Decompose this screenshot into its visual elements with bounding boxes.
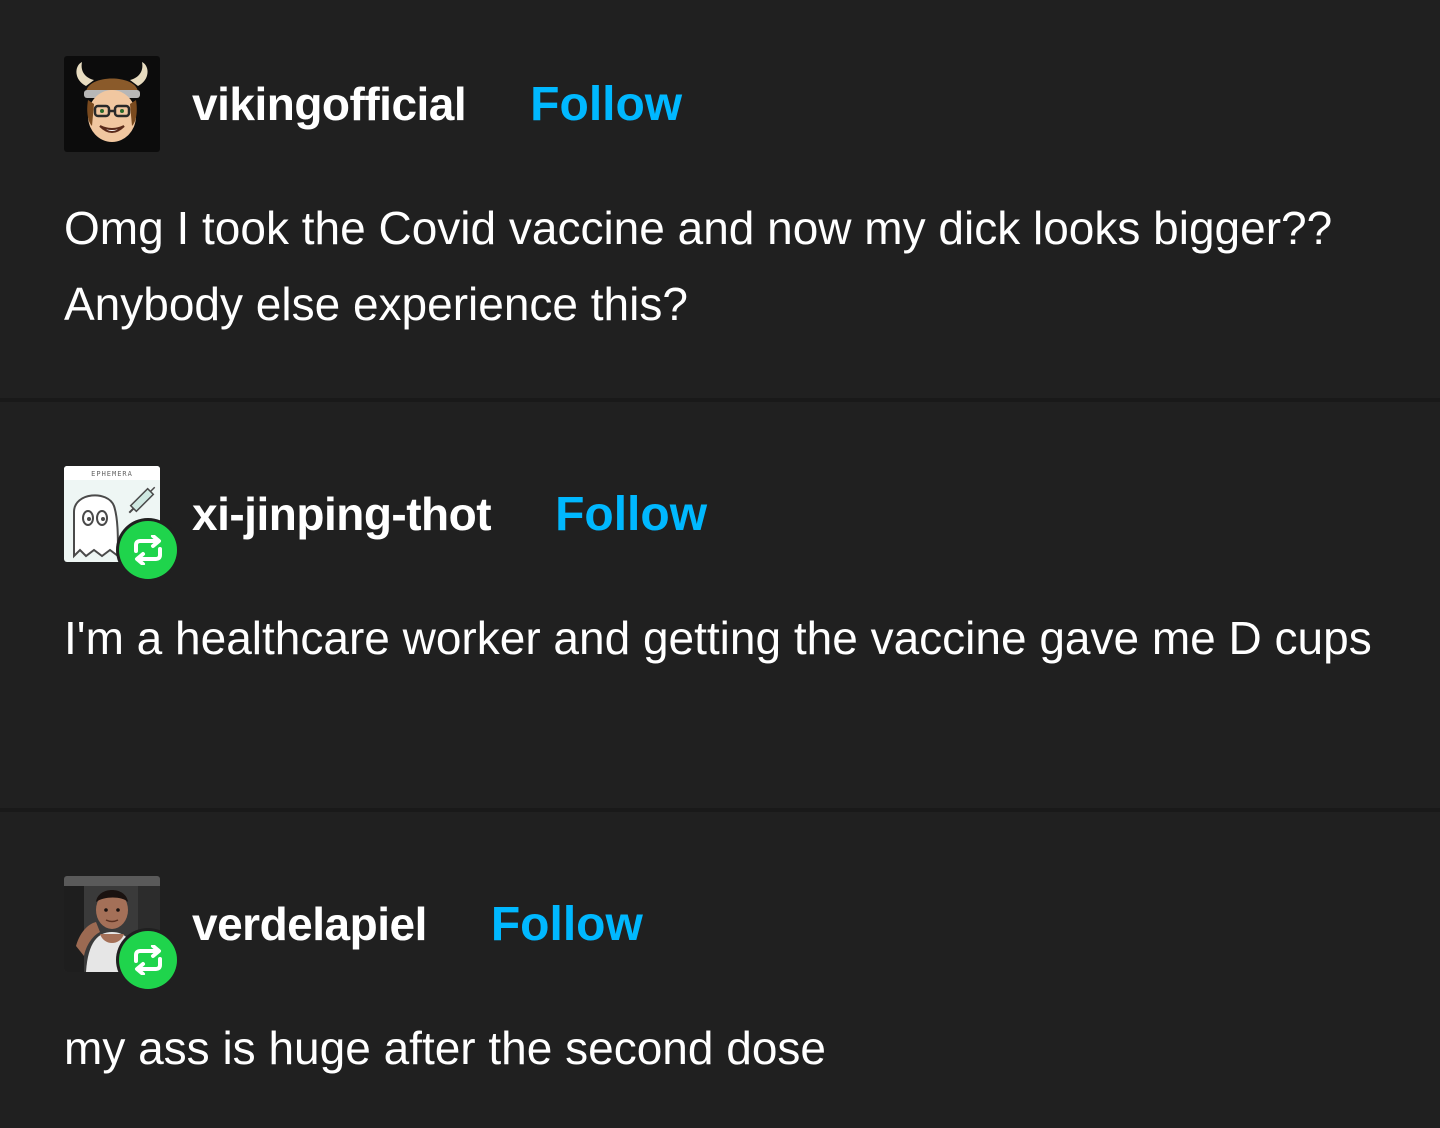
- reblog-thread: vikingofficial Follow Omg I took the Cov…: [0, 0, 1440, 1128]
- avatar-caption: EPHEMERA: [91, 470, 133, 478]
- thread-post: verdelapiel Follow my ass is huge after …: [0, 812, 1440, 1128]
- avatar[interactable]: EPHEMERA: [64, 466, 180, 582]
- follow-button[interactable]: Follow: [491, 897, 643, 952]
- follow-button[interactable]: Follow: [530, 77, 682, 132]
- reblog-icon: [134, 535, 162, 565]
- post-header: verdelapiel Follow: [64, 876, 643, 992]
- post-header: EPHEMERA xi-jinping-thot Follow: [64, 466, 707, 582]
- reblog-badge: [116, 928, 180, 992]
- post-body-text: Omg I took the Covid vaccine and now my …: [64, 202, 1333, 330]
- follow-button[interactable]: Follow: [555, 487, 707, 542]
- username-link[interactable]: xi-jinping-thot: [192, 487, 492, 541]
- username-link[interactable]: verdelapiel: [192, 897, 427, 951]
- post-header: vikingofficial Follow: [64, 56, 682, 152]
- reblog-badge: [116, 518, 180, 582]
- reblog-icon: [134, 945, 162, 975]
- thread-post: vikingofficial Follow Omg I took the Cov…: [0, 0, 1440, 398]
- viking-avatar-image: [64, 56, 160, 152]
- post-body-text: I'm a healthcare worker and getting the …: [64, 612, 1372, 664]
- avatar[interactable]: [64, 56, 160, 152]
- username-link[interactable]: vikingofficial: [192, 77, 467, 131]
- avatar[interactable]: [64, 876, 180, 992]
- post-body-text: my ass is huge after the second dose: [64, 1022, 826, 1074]
- thread-post: EPHEMERA xi-jinping-thot Follow I'm a he…: [0, 402, 1440, 808]
